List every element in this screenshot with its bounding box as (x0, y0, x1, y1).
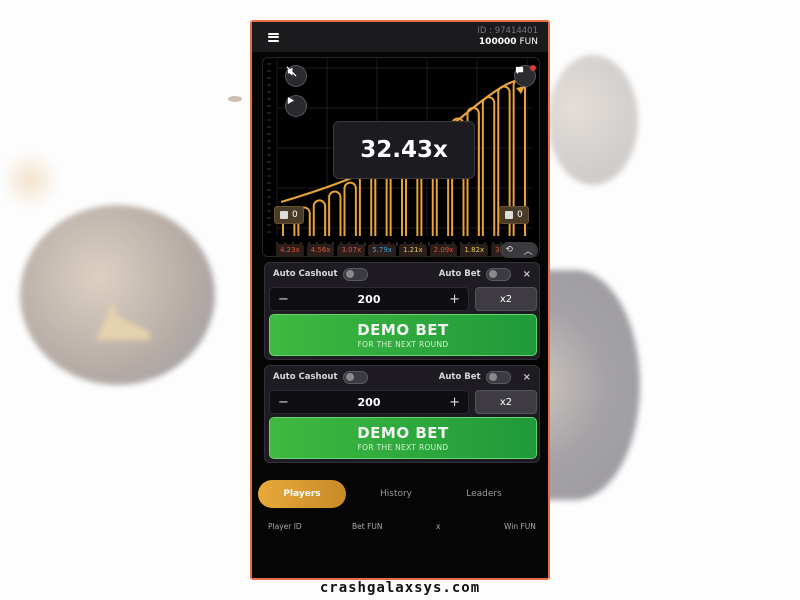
play-icon[interactable] (285, 95, 307, 117)
top-bar: ID : 97414401 100000 FUN (252, 22, 548, 52)
bets-count: 0 (292, 210, 298, 220)
column-bet: Bet FUN (352, 522, 383, 531)
auto-bet-label: Auto Bet (438, 269, 481, 279)
bet-panel-2: Auto Cashout Auto Bet × − 200 + x2 DEMO … (264, 365, 540, 463)
coins-icon (505, 211, 513, 219)
bet-button-title: DEMO BET (357, 424, 449, 442)
column-multiplier: x (436, 522, 441, 531)
double-bet-button[interactable]: x2 (475, 390, 537, 414)
chat-icon[interactable] (514, 65, 536, 87)
curve-arrow-head (516, 86, 525, 94)
hamburger-menu-icon[interactable] (268, 32, 279, 42)
decrease-button[interactable]: − (278, 292, 289, 307)
bomb-decoration-left (20, 205, 215, 385)
balance-amount: 100000 (478, 37, 517, 47)
multiplier-display: 32.43x (333, 121, 475, 179)
auto-cashout-toggle[interactable] (342, 267, 368, 281)
coins-count: 0 (517, 210, 523, 220)
balance: 100000 FUN (477, 37, 538, 48)
game-frame: ID : 97414401 100000 FUN 32.43x 0 0 4.23x… (250, 20, 550, 580)
auto-cashout-label: Auto Cashout (273, 372, 338, 382)
bet-button-title: DEMO BET (357, 321, 449, 339)
auto-cashout-toggle[interactable] (342, 370, 368, 384)
auto-cashout-label: Auto Cashout (273, 269, 338, 279)
double-bet-button[interactable]: x2 (475, 287, 537, 311)
account-info: ID : 97414401 100000 FUN (477, 26, 538, 48)
column-win: Win FUN (504, 522, 536, 531)
history-controls: ⟲ ︿ (500, 242, 538, 258)
coins-counter: 0 (499, 206, 529, 224)
history-chip[interactable]: 2.09x (429, 243, 458, 257)
spark-decoration (0, 140, 60, 220)
auto-bet-toggle[interactable] (485, 267, 511, 281)
game-canvas: 32.43x 0 0 (262, 57, 540, 257)
pebble-decoration (228, 96, 242, 102)
multiplier-bar (481, 96, 496, 236)
increase-button[interactable]: + (449, 395, 460, 410)
history-chip[interactable]: 3.07x (337, 243, 366, 257)
history-chip[interactable]: 5.79x (368, 243, 396, 257)
bets-icon (280, 211, 288, 219)
chevron-up-icon[interactable]: ︿ (524, 244, 533, 257)
multiplier-bar (312, 199, 327, 236)
decrease-button[interactable]: − (278, 395, 289, 410)
demo-bet-button[interactable]: DEMO BET FOR THE NEXT ROUND (269, 314, 537, 356)
auto-bet-label: Auto Bet (438, 372, 481, 382)
bottom-tabs: Players History Leaders (258, 480, 542, 508)
close-icon[interactable]: × (523, 372, 531, 383)
bet-button-subtitle: FOR THE NEXT ROUND (357, 443, 449, 452)
tab-leaders[interactable]: Leaders (440, 480, 528, 508)
bet-amount-stepper: − 200 + (269, 287, 469, 311)
history-clock-icon[interactable]: ⟲ (505, 245, 513, 255)
auto-bet-toggle[interactable] (485, 370, 511, 384)
multiplier-bar (328, 190, 342, 236)
tab-history[interactable]: History (352, 480, 440, 508)
history-strip: 4.23x4.56x3.07x5.79x1.21x2.09x1.82x3.9 ⟲… (262, 242, 540, 258)
bet-button-subtitle: FOR THE NEXT ROUND (357, 340, 449, 349)
bomb-decoration-top-right (548, 55, 638, 185)
tab-players[interactable]: Players (258, 480, 346, 508)
bets-counter: 0 (274, 206, 304, 224)
sound-muted-icon[interactable] (285, 65, 307, 87)
history-chip[interactable]: 1.82x (460, 243, 489, 257)
bet-amount-input[interactable]: 200 (358, 396, 381, 409)
bet-amount-input[interactable]: 200 (358, 293, 381, 306)
balance-currency: FUN (519, 37, 539, 47)
history-chip[interactable]: 4.56x (306, 243, 335, 257)
demo-bet-button[interactable]: DEMO BET FOR THE NEXT ROUND (269, 417, 537, 459)
close-icon[interactable]: × (523, 269, 531, 280)
site-watermark: crashgalaxsys.com (319, 580, 481, 596)
bet-amount-stepper: − 200 + (269, 390, 469, 414)
history-chip[interactable]: 1.21x (398, 243, 427, 257)
column-player-id: Player ID (268, 522, 302, 531)
notification-dot (530, 65, 536, 71)
account-id: ID : 97414401 (477, 26, 538, 36)
bet-panel-1: Auto Cashout Auto Bet × − 200 + x2 DEMO … (264, 262, 540, 360)
history-chip[interactable]: 4.23x (276, 243, 304, 257)
multiplier-bar (358, 171, 373, 236)
increase-button[interactable]: + (449, 292, 460, 307)
